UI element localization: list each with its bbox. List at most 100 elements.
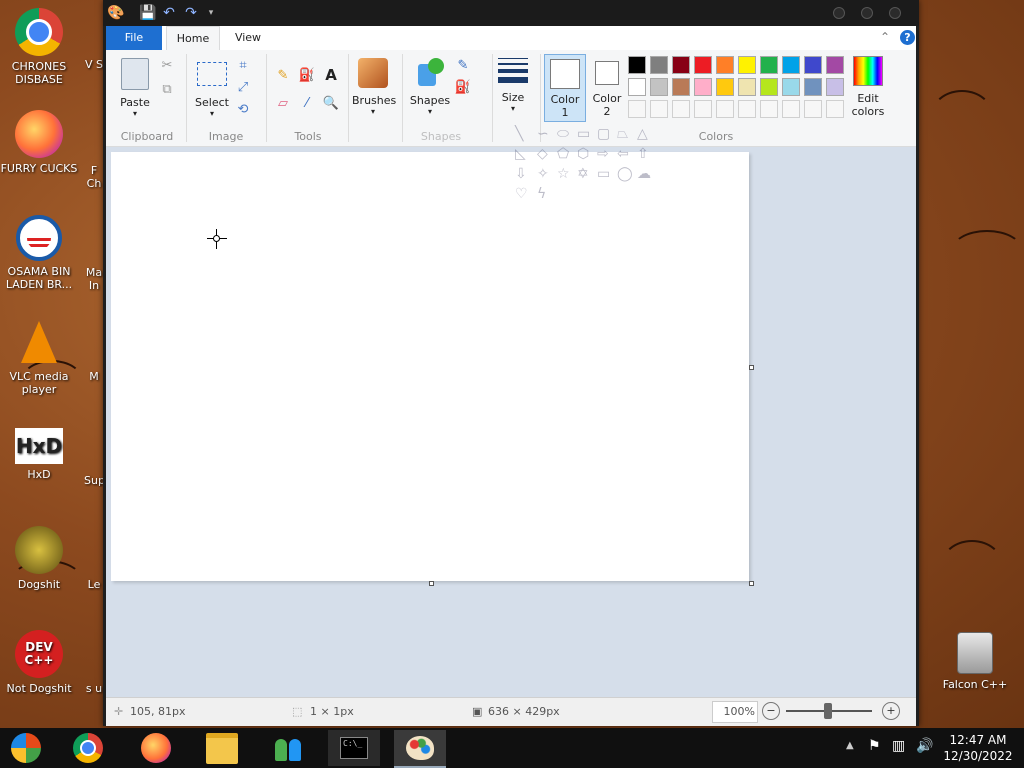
palette-swatch[interactable]	[672, 78, 690, 96]
palette-swatch[interactable]	[716, 78, 734, 96]
tab-home[interactable]: Home	[166, 26, 220, 50]
tab-view[interactable]: View	[224, 26, 272, 50]
taskbar-cmd[interactable]: C:\_	[328, 730, 380, 766]
custom-color-slot[interactable]	[694, 100, 712, 118]
curve-shape-icon[interactable]: ∽	[537, 126, 549, 142]
palette-swatch[interactable]	[716, 56, 734, 74]
palette-swatch[interactable]	[738, 56, 756, 74]
desktop-icon-dogshit[interactable]: Dogshit	[0, 526, 78, 591]
desktop-icon-hxd[interactable]: HxD HxD	[0, 428, 78, 481]
custom-color-slot[interactable]	[738, 100, 756, 118]
desktop-icon-partial[interactable]: Sup	[84, 474, 104, 487]
fill-icon[interactable]: ⛽	[454, 78, 472, 96]
zoom-in-icon[interactable]: +	[882, 702, 900, 720]
custom-color-slot[interactable]	[826, 100, 844, 118]
down-arrow-shape-icon[interactable]: ⇩	[515, 166, 527, 182]
canvas-area[interactable]	[106, 147, 916, 697]
desktop-icon-osama[interactable]: OSAMA BIN LADEN BR...	[0, 215, 78, 291]
callout-oval-shape-icon[interactable]: ◯	[617, 166, 633, 182]
clock[interactable]: 12:47 AM 12/30/2022	[940, 732, 1016, 764]
maximize-button[interactable]	[861, 7, 873, 19]
desktop-icon-vlc[interactable]: VLC media player	[0, 318, 78, 396]
right-arrow-shape-icon[interactable]: ⇨	[597, 146, 609, 162]
size-button[interactable]: Size ▾	[494, 54, 532, 124]
desktop-icon-furry[interactable]: FURRY CUCKS	[0, 110, 78, 175]
drawing-canvas[interactable]	[111, 152, 749, 581]
palette-swatch[interactable]	[804, 78, 822, 96]
lightning-shape-icon[interactable]: ϟ	[537, 186, 546, 202]
network-icon[interactable]: ▥	[892, 738, 905, 754]
fill-bucket-icon[interactable]: ⛽	[298, 66, 316, 84]
taskbar-firefox[interactable]	[130, 730, 182, 766]
edit-colors-button[interactable]: Edit colors	[848, 54, 888, 124]
select-button[interactable]: Select ▾	[192, 54, 232, 124]
six-point-star-shape-icon[interactable]: ✡	[577, 166, 589, 182]
palette-swatch[interactable]	[826, 78, 844, 96]
desktop-icon-partial[interactable]: Ma In	[84, 266, 104, 292]
rotate-icon[interactable]: ⟲	[234, 100, 252, 118]
custom-color-slot[interactable]	[650, 100, 668, 118]
hexagon-shape-icon[interactable]: ⬡	[577, 146, 589, 162]
start-button[interactable]	[0, 730, 52, 766]
desktop-icon-partial[interactable]: Le	[84, 578, 104, 591]
brushes-button[interactable]: Brushes ▾	[352, 54, 396, 134]
palette-swatch[interactable]	[694, 78, 712, 96]
right-triangle-shape-icon[interactable]: ◺	[515, 146, 526, 162]
palette-swatch[interactable]	[672, 56, 690, 74]
palette-swatch[interactable]	[650, 56, 668, 74]
palette-swatch[interactable]	[694, 56, 712, 74]
desktop-icon-chrones[interactable]: CHRONES DISBASE	[0, 8, 78, 86]
save-icon[interactable]: 💾	[139, 5, 156, 21]
copy-icon[interactable]: ⧉	[158, 80, 176, 98]
palette-swatch[interactable]	[804, 56, 822, 74]
custom-color-slot[interactable]	[628, 100, 646, 118]
crop-icon[interactable]: ⌗	[234, 56, 252, 74]
shapes-button[interactable]: Shapes ▾	[406, 54, 454, 124]
custom-color-slot[interactable]	[782, 100, 800, 118]
palette-swatch[interactable]	[760, 78, 778, 96]
undo-icon[interactable]: ↶	[161, 5, 177, 21]
paint-app-icon[interactable]: 🎨	[107, 5, 124, 21]
zoom-slider-thumb[interactable]	[824, 703, 832, 719]
oval-shape-icon[interactable]: ⬭	[557, 126, 569, 142]
rounded-rectangle-shape-icon[interactable]: ▢	[597, 126, 610, 142]
callout-cloud-shape-icon[interactable]: ☁	[637, 166, 651, 182]
taskbar-chrome[interactable]	[62, 730, 114, 766]
triangle-shape-icon[interactable]: △	[637, 126, 648, 142]
zoom-slider[interactable]	[786, 703, 872, 719]
palette-swatch[interactable]	[650, 78, 668, 96]
up-arrow-shape-icon[interactable]: ⇧	[637, 146, 649, 162]
outline-icon[interactable]: ✎	[454, 56, 472, 74]
text-tool-icon[interactable]: A	[322, 66, 340, 84]
magnifier-icon[interactable]: 🔍	[322, 94, 340, 112]
tab-file[interactable]: File	[106, 26, 162, 50]
desktop-icon-recycle-bin[interactable]: Falcon C++	[936, 632, 1014, 691]
callout-rectangle-shape-icon[interactable]: ▭	[597, 166, 610, 182]
rectangle-shape-icon[interactable]: ▭	[577, 126, 590, 142]
palette-swatch[interactable]	[628, 56, 646, 74]
desktop-icon-partial[interactable]: M	[84, 370, 104, 383]
volume-icon[interactable]: 🔊	[916, 738, 933, 754]
heart-shape-icon[interactable]: ♡	[515, 186, 528, 202]
resize-icon[interactable]: ⤢	[234, 78, 252, 96]
eraser-icon[interactable]: ▱	[274, 94, 292, 112]
color-picker-icon[interactable]: ⁄	[298, 94, 316, 112]
custom-color-slot[interactable]	[672, 100, 690, 118]
cut-icon[interactable]: ✂	[158, 56, 176, 74]
desktop-icon-partial[interactable]: V S	[84, 58, 104, 71]
four-point-star-shape-icon[interactable]: ✧	[537, 166, 549, 182]
resize-handle-bottom[interactable]	[429, 581, 434, 586]
resize-handle-right[interactable]	[749, 365, 754, 370]
minimize-button[interactable]	[833, 7, 845, 19]
color2-button[interactable]: Color 2	[590, 54, 624, 122]
line-shape-icon[interactable]: ╲	[515, 126, 523, 142]
pentagon-shape-icon[interactable]: ⬠	[557, 146, 569, 162]
collapse-ribbon-icon[interactable]: ⌃	[880, 30, 890, 44]
palette-swatch[interactable]	[628, 78, 646, 96]
taskbar-paint[interactable]	[394, 730, 446, 768]
diamond-shape-icon[interactable]: ◇	[537, 146, 548, 162]
desktop-icon-partial[interactable]: F Ch	[84, 164, 104, 190]
palette-swatch[interactable]	[782, 78, 800, 96]
redo-icon[interactable]: ↷	[183, 5, 199, 21]
taskbar-file-explorer[interactable]	[196, 730, 248, 766]
